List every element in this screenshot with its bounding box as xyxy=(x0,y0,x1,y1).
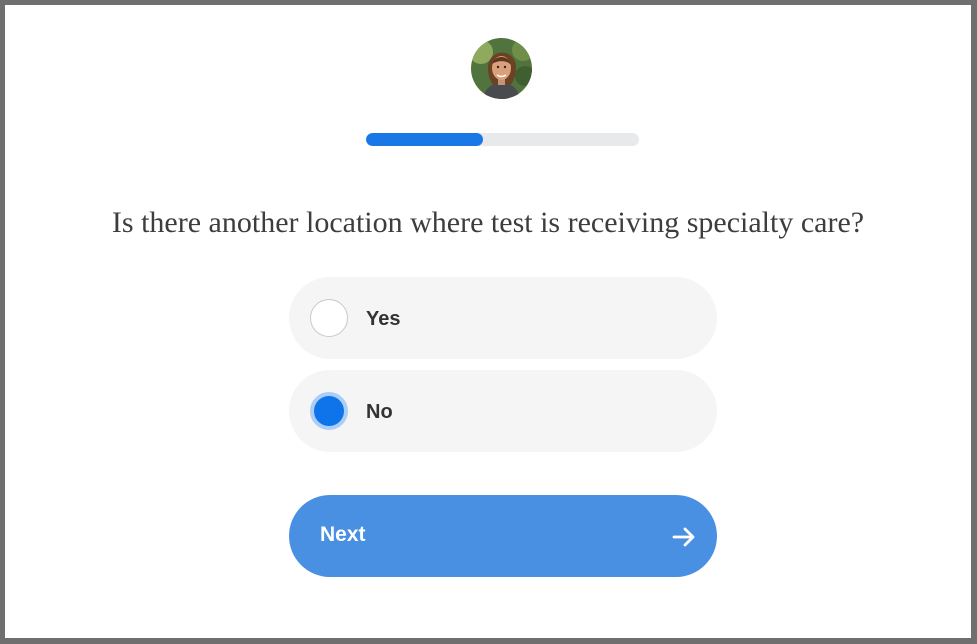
progress-bar-fill xyxy=(366,133,484,146)
survey-window: Is there another location where test is … xyxy=(0,0,977,644)
progress-bar xyxy=(366,133,639,146)
option-yes[interactable]: Yes xyxy=(289,277,717,359)
radio-no[interactable] xyxy=(310,392,348,430)
radio-yes[interactable] xyxy=(310,299,348,337)
option-no-label: No xyxy=(366,401,393,423)
question-text: Is there another location where test is … xyxy=(111,206,865,239)
avatar-photo-icon xyxy=(471,38,532,99)
option-no[interactable]: No xyxy=(289,370,717,452)
next-button[interactable]: Next xyxy=(289,495,717,577)
avatar xyxy=(471,38,532,99)
next-button-label: Next xyxy=(320,523,366,546)
arrow-right-icon xyxy=(671,524,697,550)
option-yes-label: Yes xyxy=(366,308,401,330)
